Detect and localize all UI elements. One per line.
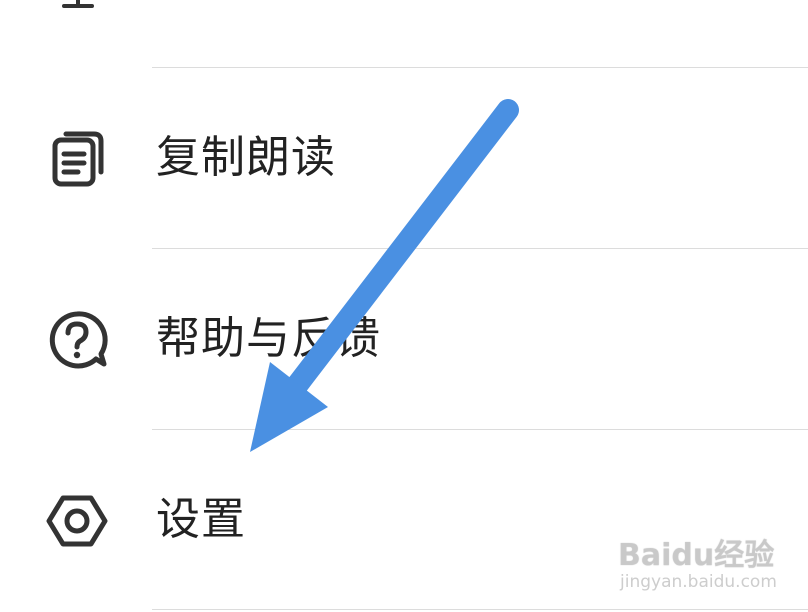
menu-list: 复制朗读 帮助与反馈 设置 (0, 0, 808, 612)
menu-item-settings[interactable]: 设置 (0, 430, 808, 610)
divider (152, 609, 808, 610)
hexagon-settings-icon (44, 488, 110, 554)
partial-top-icon (58, 0, 98, 12)
screen: 复制朗读 帮助与反馈 设置 Baidu经验 jingyan.baidu.com (0, 0, 808, 612)
help-chat-icon (44, 307, 110, 373)
menu-item-copy-read[interactable]: 复制朗读 (0, 68, 808, 248)
menu-item-help-feedback[interactable]: 帮助与反馈 (0, 249, 808, 429)
document-copy-icon (44, 126, 110, 192)
menu-item-label: 设置 (156, 494, 246, 545)
menu-item-label: 复制朗读 (156, 132, 336, 183)
menu-item-label: 帮助与反馈 (156, 313, 381, 364)
